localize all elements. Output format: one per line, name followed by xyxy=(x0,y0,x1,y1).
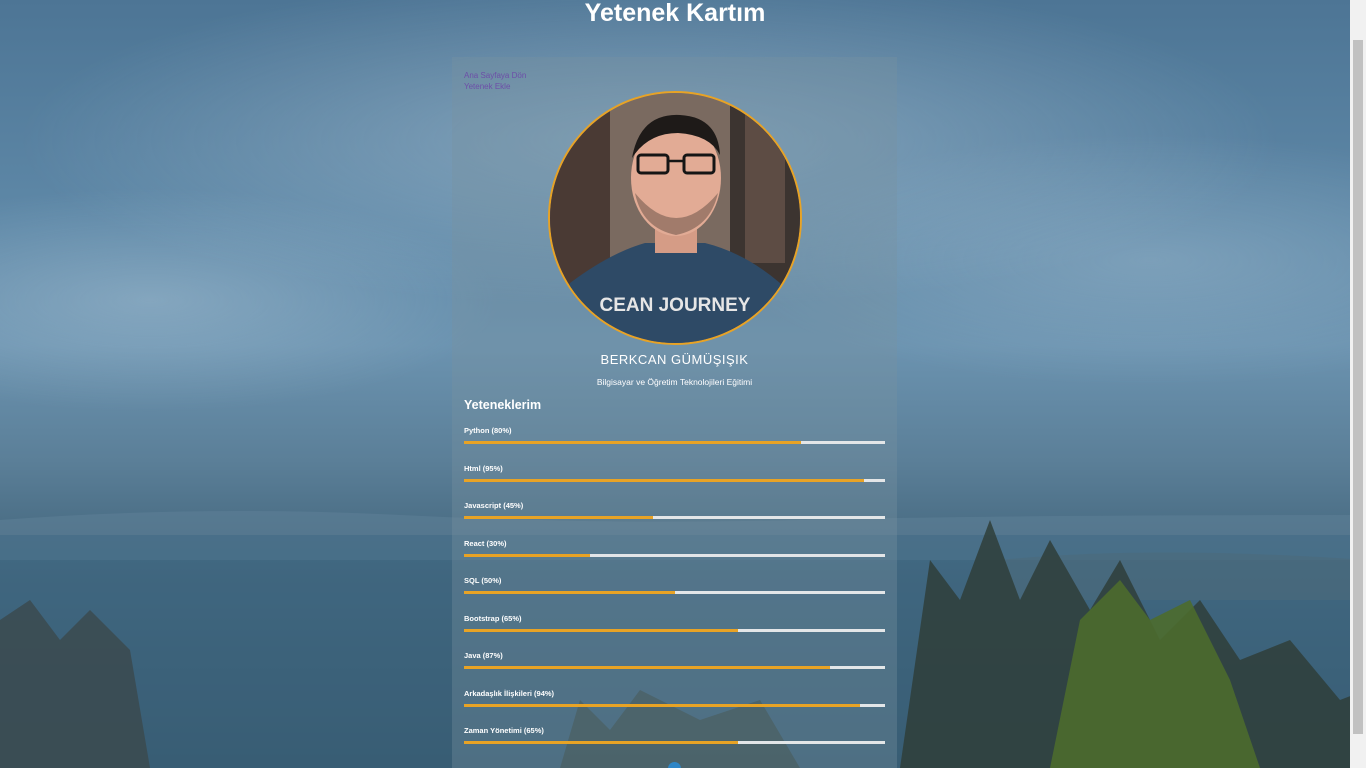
scrollbar-thumb[interactable] xyxy=(1353,40,1363,734)
skill-item: Javascript (45%) xyxy=(464,501,885,539)
skill-progress-fill xyxy=(464,553,591,557)
skill-progress-track xyxy=(464,553,885,557)
skill-progress-track xyxy=(464,441,885,444)
skill-progress-fill xyxy=(464,478,864,482)
skill-label: Html (95%) xyxy=(464,463,503,473)
skill-progress-track xyxy=(464,703,885,707)
skill-item: Python (80%) xyxy=(464,426,885,464)
skill-progress-fill xyxy=(464,741,738,744)
skill-progress-track xyxy=(464,478,885,482)
skills-heading: Yeteneklerim xyxy=(464,398,542,412)
skill-label: Bootstrap (65%) xyxy=(464,613,522,623)
skill-item: Arkadaşlık İlişkileri (94%) xyxy=(464,689,885,727)
skill-progress-fill xyxy=(464,628,738,632)
skill-item: React (30%) xyxy=(464,539,885,577)
skill-label: SQL (50%) xyxy=(464,576,502,585)
skill-label: Arkadaşlık İlişkileri (94%) xyxy=(464,688,555,698)
skill-progress-fill xyxy=(464,441,801,444)
skill-label: Python (80%) xyxy=(464,426,512,435)
skill-progress-fill xyxy=(464,516,654,519)
skill-item: Html (95%) xyxy=(464,464,885,502)
skill-label: Java (87%) xyxy=(464,651,503,660)
back-to-home-link[interactable]: Ana Sayfaya Dön xyxy=(464,70,526,81)
add-skill-link[interactable]: Yetenek Ekle xyxy=(464,81,526,92)
skill-item: SQL (50%) xyxy=(464,576,885,614)
skills-list: Python (80%) Html (95%) Javascript (45%)… xyxy=(464,426,885,764)
skill-item: Zaman Yönetimi (65%) xyxy=(464,726,885,764)
profile-subtitle: Bilgisayar ve Öğretim Teknolojileri Eğit… xyxy=(596,377,753,387)
skill-progress-track xyxy=(464,741,885,744)
skill-progress-fill xyxy=(464,703,860,707)
page-scrollbar[interactable] xyxy=(1350,0,1366,768)
skill-progress-track xyxy=(464,628,885,632)
avatar: CEAN JOURNEY xyxy=(548,91,802,345)
skill-progress-track xyxy=(464,591,885,594)
shirt-print: CEAN JOURNEY xyxy=(600,295,751,316)
skill-label: Zaman Yönetimi (65%) xyxy=(464,726,544,735)
skill-progress-track xyxy=(464,516,885,519)
skill-label: React (30%) xyxy=(464,538,507,548)
skill-item: Java (87%) xyxy=(464,651,885,689)
skill-card: Ana Sayfaya Dön Yetenek Ekle CEAN JOURNE… xyxy=(452,57,897,768)
skill-progress-fill xyxy=(464,591,675,594)
avatar-photo: CEAN JOURNEY xyxy=(550,93,800,343)
profile-name: BERKCAN GÜMÜŞIŞIK xyxy=(600,352,749,367)
linkedin-icon[interactable] xyxy=(668,762,681,768)
skill-progress-fill xyxy=(464,666,831,669)
skill-label: Javascript (45%) xyxy=(464,501,524,510)
nav-links: Ana Sayfaya Dön Yetenek Ekle xyxy=(464,70,526,92)
skill-progress-track xyxy=(464,666,885,669)
skill-item: Bootstrap (65%) xyxy=(464,614,885,652)
page-title: Yetenek Kartım xyxy=(584,0,766,27)
